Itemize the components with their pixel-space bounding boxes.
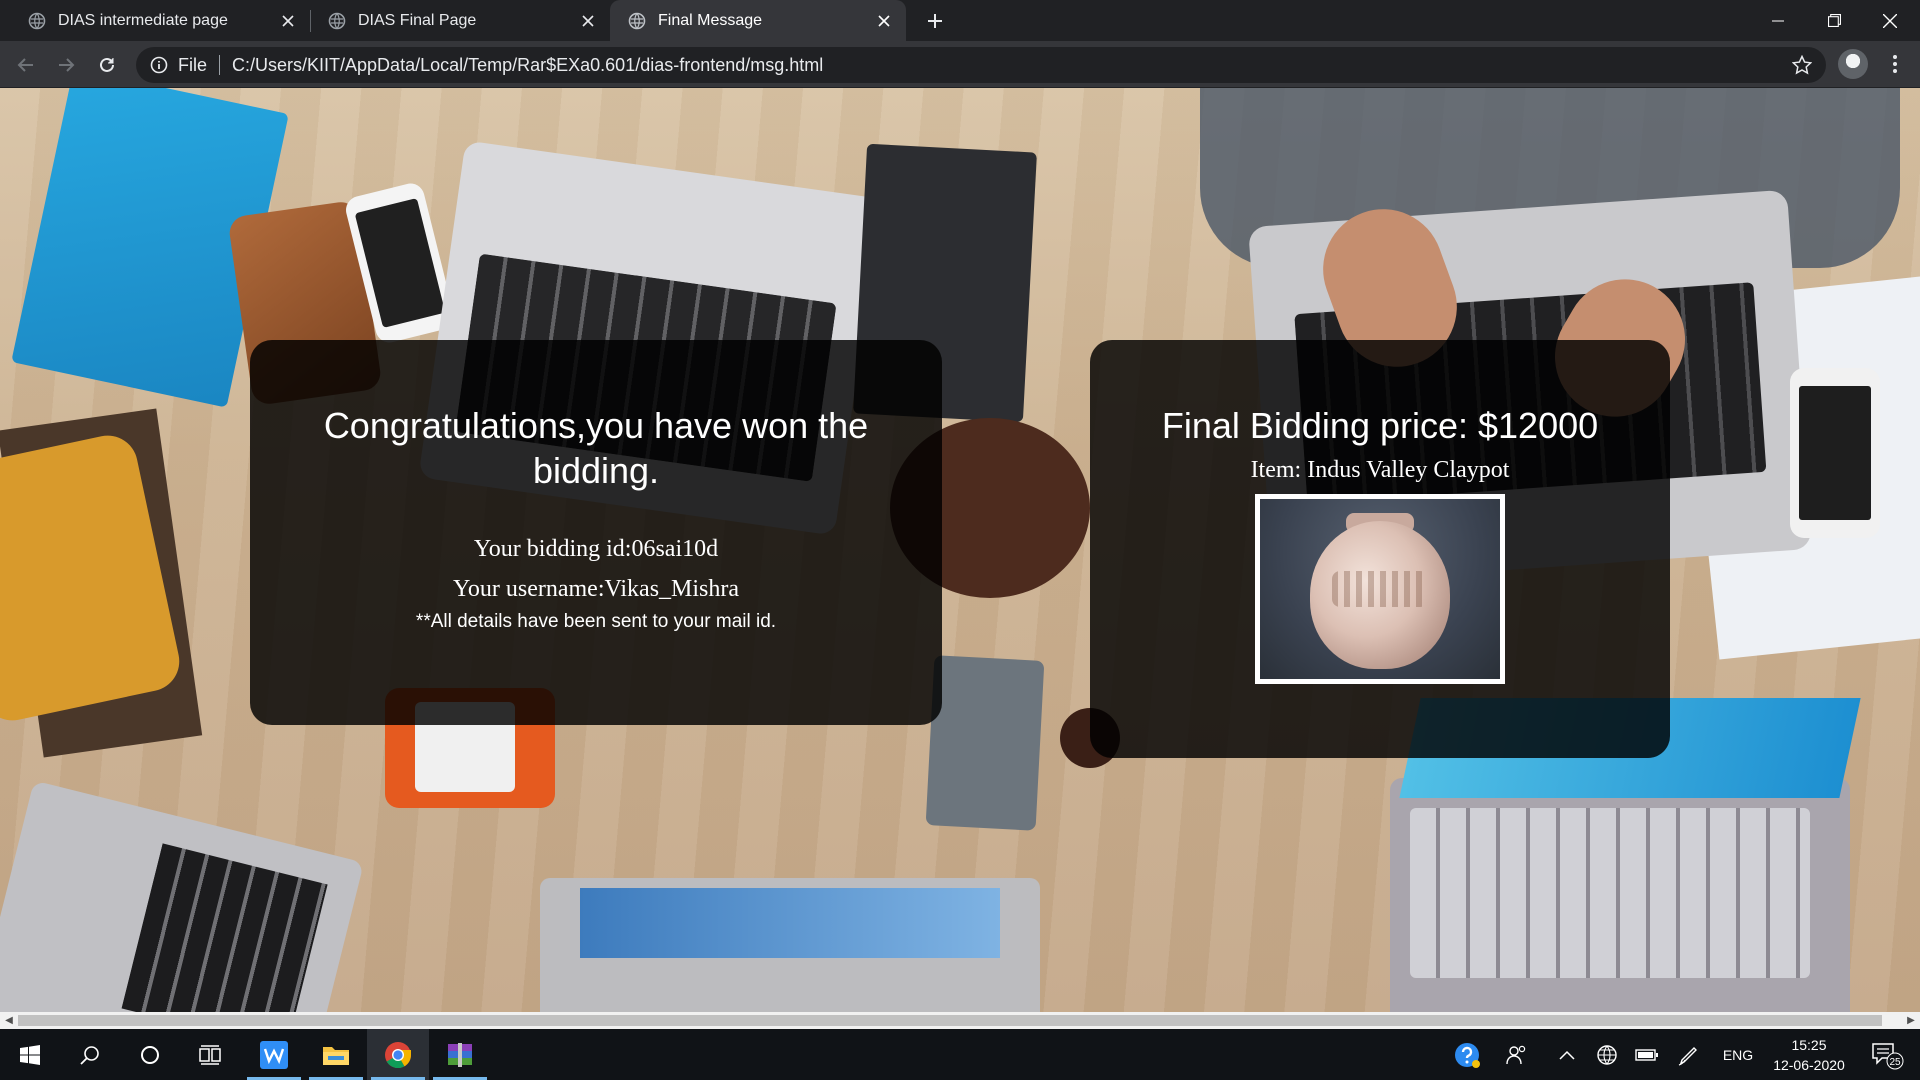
help-tray-button[interactable] — [1450, 1029, 1484, 1080]
page-viewport: Congratulations,you have won the bidding… — [0, 88, 1920, 1012]
wps-office-icon — [260, 1040, 288, 1069]
congratulations-heading: Congratulations,you have won the bidding… — [323, 405, 869, 491]
close-tab-icon[interactable] — [278, 11, 298, 31]
background-hard-drive — [925, 655, 1045, 831]
search-icon — [80, 1045, 99, 1065]
background-phone — [1790, 368, 1880, 538]
task-view-icon — [199, 1044, 221, 1065]
arrow-right-icon — [59, 58, 75, 72]
search-button[interactable] — [62, 1029, 118, 1080]
horizontal-scrollbar[interactable]: ◀ ▶ — [0, 1012, 1920, 1029]
notification-icon: 25 — [1872, 1042, 1904, 1069]
close-icon — [1883, 13, 1897, 28]
battery-tray-button[interactable] — [1630, 1029, 1664, 1080]
price-card: Final Bidding price: $12000 Item: Indus … — [1090, 340, 1670, 758]
new-tab-button[interactable] — [920, 6, 950, 36]
cortana-button[interactable] — [122, 1029, 178, 1080]
file-explorer-icon — [323, 1046, 349, 1065]
minimize-window-button[interactable] — [1750, 0, 1806, 41]
plus-icon — [928, 14, 942, 28]
taskbar-clock[interactable]: 15:25 12-06-2020 — [1766, 1035, 1852, 1075]
close-window-button[interactable] — [1862, 0, 1918, 41]
more-vert-icon — [1893, 55, 1897, 73]
clock-date: 12-06-2020 — [1773, 1057, 1845, 1073]
chrome-icon — [385, 1041, 412, 1068]
tab-dias-intermediate[interactable]: DIAS intermediate page — [10, 0, 310, 41]
winner-card: Congratulations,you have won the bidding… — [250, 340, 942, 725]
pen-icon — [1678, 1046, 1697, 1066]
people-icon — [1506, 1045, 1526, 1064]
close-tab-icon[interactable] — [874, 11, 894, 31]
tab-title: DIAS Final Page — [358, 11, 477, 29]
windows-logo-icon — [20, 1044, 40, 1065]
address-bar[interactable]: File C:/Users/KIIT/AppData/Local/Temp/Ra… — [136, 47, 1826, 83]
final-price-heading: Final Bidding price: $12000 — [1161, 405, 1599, 446]
show-hidden-icons-button[interactable] — [1550, 1029, 1584, 1080]
claypot-image — [1260, 499, 1500, 679]
browser-toolbar: File C:/Users/KIIT/AppData/Local/Temp/Ra… — [0, 41, 1920, 88]
taskbar-app-chrome[interactable] — [367, 1029, 429, 1080]
start-button[interactable] — [2, 1029, 58, 1080]
globe-icon — [28, 12, 46, 29]
address-divider — [219, 55, 221, 75]
globe-icon — [1597, 1044, 1617, 1065]
bidding-id-text: Your bidding id:06sai10d — [473, 536, 719, 562]
taskbar-app-wps[interactable] — [243, 1029, 305, 1080]
reload-button[interactable] — [91, 49, 123, 81]
forward-button[interactable] — [50, 49, 82, 81]
back-button[interactable] — [10, 49, 42, 81]
scroll-right-arrow-icon[interactable]: ▶ — [1904, 1014, 1918, 1027]
minimize-icon — [1772, 20, 1784, 21]
globe-icon — [328, 12, 346, 29]
background-laptop — [540, 878, 1040, 1012]
url-scheme-label: File — [178, 54, 208, 75]
windows-taskbar: ENG 15:25 12-06-2020 25 — [0, 1029, 1920, 1080]
tab-title: Final Message — [658, 11, 763, 29]
restore-window-button[interactable] — [1806, 0, 1862, 41]
scrollbar-thumb[interactable] — [18, 1015, 1882, 1026]
background-laptop — [1390, 698, 1861, 1012]
tab-final-message[interactable]: Final Message — [610, 0, 906, 41]
winner-details: Your bidding id:06sai10d Your username:V… — [250, 529, 942, 633]
network-tray-button[interactable] — [1590, 1029, 1624, 1080]
username-text: Your username:Vikas_Mishra — [452, 576, 740, 602]
task-view-button[interactable] — [182, 1029, 238, 1080]
winrar-icon — [448, 1042, 472, 1067]
bookmark-star-icon[interactable] — [1792, 55, 1812, 75]
tab-strip: DIAS intermediate page DIAS Final Page F… — [0, 0, 1920, 41]
chevron-up-icon — [1559, 1050, 1575, 1060]
pen-tray-button[interactable] — [1672, 1029, 1706, 1080]
restore-icon — [1827, 14, 1841, 27]
battery-icon — [1635, 1048, 1658, 1061]
people-tray-button[interactable] — [1500, 1029, 1534, 1080]
item-image-frame — [1255, 494, 1505, 684]
input-language-indicator[interactable]: ENG — [1716, 1029, 1760, 1080]
info-icon[interactable] — [150, 56, 168, 74]
taskbar-app-winrar[interactable] — [429, 1029, 491, 1080]
profile-avatar[interactable] — [1838, 49, 1868, 79]
tab-title: DIAS intermediate page — [58, 11, 228, 29]
tab-dias-final-page[interactable]: DIAS Final Page — [310, 0, 610, 41]
action-center-button[interactable]: 25 — [1862, 1029, 1912, 1080]
browser-menu-button[interactable] — [1880, 49, 1910, 79]
mail-note-text: **All details have been sent to your mai… — [415, 611, 777, 632]
close-tab-icon[interactable] — [578, 11, 598, 31]
reload-icon — [100, 57, 114, 72]
scroll-left-arrow-icon[interactable]: ◀ — [2, 1014, 16, 1027]
url-text[interactable]: C:/Users/KIIT/AppData/Local/Temp/Rar$EXa… — [232, 55, 823, 76]
arrow-left-icon — [17, 58, 33, 72]
help-question-icon — [1455, 1042, 1480, 1068]
clock-time: 15:25 — [1791, 1037, 1827, 1053]
notification-count: 25 — [1889, 1057, 1901, 1068]
item-name-text: Item: Indus Valley Claypot — [1250, 457, 1510, 483]
cortana-circle-icon — [141, 1045, 159, 1064]
globe-icon — [628, 12, 646, 29]
taskbar-app-file-explorer[interactable] — [305, 1029, 367, 1080]
